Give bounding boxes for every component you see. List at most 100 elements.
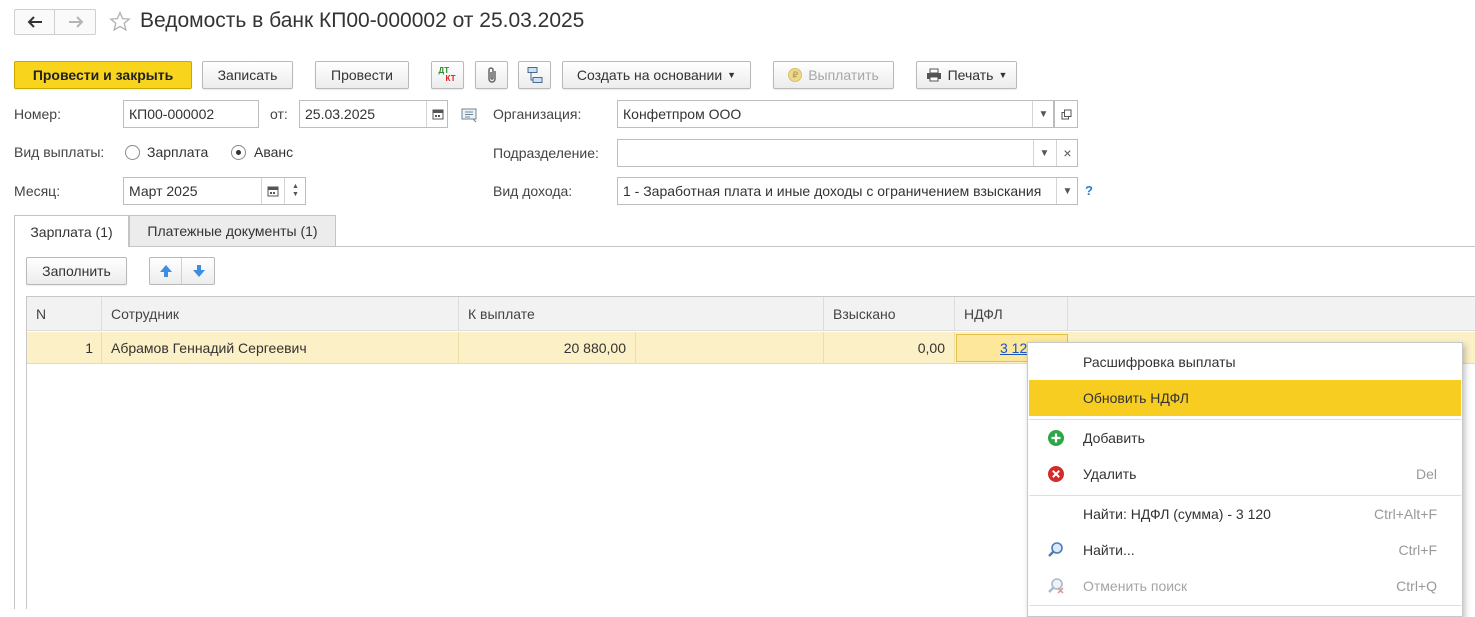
comment-icon[interactable]: [461, 107, 479, 123]
tab-payment-documents[interactable]: Платежные документы (1): [129, 215, 336, 246]
cell-withheld[interactable]: 0,00: [824, 332, 955, 364]
back-button[interactable]: [15, 10, 55, 34]
department-dropdown-button[interactable]: ▼: [1033, 140, 1055, 166]
month-field[interactable]: Март 2025 ▲ ▼: [123, 177, 306, 205]
tab-panel-left-border: [14, 246, 15, 609]
search-icon: [1048, 542, 1063, 557]
arrow-up-icon: [159, 265, 172, 277]
menu-item-find-value[interactable]: Найти: НДФЛ (сумма) - 3 120 Ctrl+Alt+F: [1029, 496, 1461, 532]
post-and-close-button[interactable]: Провести и закрыть: [14, 61, 192, 89]
fill-button[interactable]: Заполнить: [26, 257, 127, 285]
structure-button[interactable]: [518, 61, 551, 89]
cell-n[interactable]: 1: [27, 332, 102, 364]
pay-type-salary-label[interactable]: Зарплата: [147, 144, 208, 160]
grid-header: N Сотрудник К выплате Взыскано НДФЛ: [27, 297, 1475, 331]
menu-item-update-ndfl[interactable]: Обновить НДФЛ: [1029, 380, 1461, 416]
calendar-button[interactable]: [426, 101, 447, 127]
arrow-down-icon: [193, 265, 205, 277]
arrow-right-icon: [69, 16, 84, 28]
structure-icon: [527, 67, 542, 83]
pay-type-salary-radio[interactable]: [125, 145, 140, 160]
menu-item-shortcut: Ctrl+Q: [1396, 578, 1437, 594]
menu-item-shortcut: Ctrl+Alt+F: [1373, 506, 1437, 522]
income-type-label: Вид дохода:: [493, 183, 573, 199]
cell-employee[interactable]: Абрамов Геннадий Сергеевич: [102, 332, 459, 364]
menu-item-payment-details[interactable]: Расшифровка выплаты: [1029, 344, 1461, 380]
column-ndfl[interactable]: НДФЛ: [955, 297, 1068, 331]
dt-kt-button[interactable]: ДТ КТ: [431, 61, 464, 89]
organization-value: Конфетпром ООО: [623, 106, 742, 122]
menu-item-label: Обновить НДФЛ: [1083, 390, 1189, 406]
menu-item-label: Добавить: [1083, 430, 1145, 446]
menu-item-add[interactable]: Добавить: [1029, 420, 1461, 456]
open-organization-button[interactable]: [1054, 100, 1078, 128]
column-employee[interactable]: Сотрудник: [102, 297, 459, 331]
menu-item-shortcut: Del: [1415, 466, 1437, 482]
department-clear-button[interactable]: ×: [1056, 140, 1077, 166]
printer-icon: [926, 68, 941, 82]
menu-item-cancel-search[interactable]: Отменить поиск Ctrl+Q: [1029, 568, 1461, 604]
date-field[interactable]: 25.03.2025: [299, 100, 448, 128]
help-icon[interactable]: ?: [1085, 183, 1093, 198]
month-stepper[interactable]: ▲ ▼: [284, 178, 305, 204]
organization-label: Организация:: [493, 106, 582, 122]
column-withheld[interactable]: Взыскано: [824, 297, 955, 331]
menu-item-label: Найти...: [1083, 542, 1135, 558]
menu-item-label: Расшифровка выплаты: [1083, 354, 1236, 370]
menu-item-delete[interactable]: Удалить Del: [1029, 456, 1461, 492]
organization-dropdown-button[interactable]: ▼: [1032, 101, 1053, 127]
department-field[interactable]: ▼ ×: [617, 139, 1078, 167]
star-outline-icon[interactable]: [109, 11, 131, 32]
pay-button[interactable]: ₽ Выплатить: [773, 61, 894, 89]
forward-button[interactable]: [56, 10, 96, 34]
attach-button[interactable]: [475, 61, 508, 89]
kt-text: КТ: [445, 74, 456, 83]
move-up-button[interactable]: [150, 258, 182, 284]
menu-item-label: Отменить поиск: [1083, 578, 1188, 594]
menu-item-label: Найти: НДФЛ (сумма) - 3 120: [1083, 506, 1271, 522]
tab-salary[interactable]: Зарплата (1): [14, 215, 129, 247]
month-calendar-button[interactable]: [261, 178, 283, 204]
nav-buttons: [14, 9, 96, 35]
column-to-pay[interactable]: К выплате: [459, 297, 824, 331]
chevron-down-icon: ▼: [727, 70, 737, 80]
paperclip-icon: [487, 67, 496, 83]
move-down-button[interactable]: [183, 258, 215, 284]
pay-type-advance-label[interactable]: Аванс: [254, 144, 293, 160]
pay-type-label: Вид выплаты:: [14, 144, 105, 160]
organization-field[interactable]: Конфетпром ООО ▼: [617, 100, 1054, 128]
column-n[interactable]: N: [27, 297, 102, 331]
menu-item-shortcut: Ctrl+F: [1398, 542, 1438, 558]
from-label: от:: [270, 106, 288, 122]
department-label: Подразделение:: [493, 145, 599, 161]
number-field[interactable]: КП00-000002: [123, 100, 259, 128]
print-button[interactable]: Печать ▼: [916, 61, 1017, 89]
create-based-on-button[interactable]: Создать на основании ▼: [562, 61, 751, 89]
cancel-search-icon: [1048, 578, 1064, 594]
ndfl-link[interactable]: 3 12: [1000, 340, 1027, 356]
income-type-field[interactable]: 1 - Заработная плата и иные доходы с огр…: [617, 177, 1078, 205]
step-down-icon[interactable]: ▼: [292, 191, 299, 199]
context-menu: Расшифровка выплаты Обновить НДФЛ Добави…: [1027, 342, 1463, 617]
add-green-icon: [1048, 430, 1064, 446]
calendar-icon: [432, 109, 443, 120]
coin-icon: ₽: [788, 68, 803, 82]
delete-red-icon: [1048, 466, 1064, 482]
step-up-icon[interactable]: ▲: [292, 183, 299, 191]
page-title: Ведомость в банк КП00-000002 от 25.03.20…: [140, 9, 585, 32]
open-link-icon: [1061, 109, 1071, 119]
cell-empty: [636, 332, 824, 364]
menu-item-find[interactable]: Найти... Ctrl+F: [1029, 532, 1461, 568]
move-buttons: [149, 257, 215, 285]
cell-to-pay[interactable]: 20 880,00: [459, 332, 636, 364]
chevron-down-icon: ▼: [998, 70, 1008, 80]
print-label: Печать: [947, 67, 994, 83]
post-button[interactable]: Провести: [315, 61, 409, 89]
arrow-left-icon: [27, 16, 42, 28]
calendar-icon: [267, 186, 278, 197]
menu-separator: [1029, 605, 1461, 606]
pay-type-advance-radio[interactable]: [231, 145, 246, 160]
pay-label: Выплатить: [808, 67, 879, 83]
save-button[interactable]: Записать: [202, 61, 293, 89]
income-type-dropdown-button[interactable]: ▼: [1056, 178, 1077, 204]
